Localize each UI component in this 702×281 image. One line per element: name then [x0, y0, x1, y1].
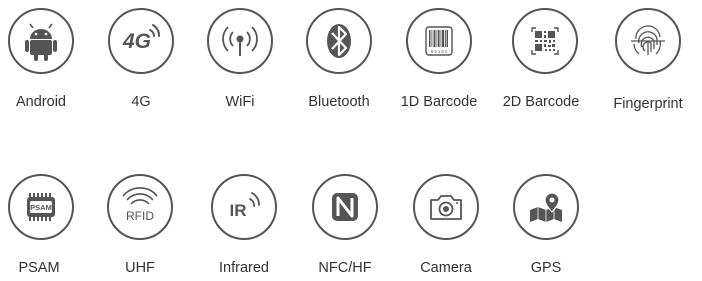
feature-label: PSAM	[18, 260, 60, 276]
feature-label: 1D Barcode	[400, 94, 478, 110]
feature-label: Fingerprint	[613, 96, 683, 112]
ir-icon-text: IR	[230, 201, 247, 220]
rfid-icon: RFID	[107, 174, 173, 240]
bluetooth-icon	[306, 8, 372, 74]
feature-label: Infrared	[219, 260, 269, 276]
android-icon	[8, 8, 74, 74]
feature-label: GPS	[530, 260, 562, 276]
wifi-icon	[207, 8, 273, 74]
barcode-digits: 6 5 1 8 2	[431, 49, 448, 54]
psam-chip-text: PSAM	[30, 203, 52, 212]
4g-icon-text: 4G	[122, 30, 151, 53]
camera-icon	[413, 174, 479, 240]
rfid-icon-text: RFID	[126, 209, 154, 223]
barcode-1d-icon: 6 5 1 8 2	[406, 8, 472, 74]
gps-map-icon	[513, 174, 579, 240]
feature-label: 4G	[131, 94, 151, 110]
feature-label: WiFi	[225, 94, 255, 110]
feature-label: Android	[16, 94, 66, 110]
4g-icon: 4G	[108, 8, 174, 74]
feature-label: NFC/HF	[318, 260, 372, 276]
fingerprint-icon	[615, 8, 681, 74]
feature-label: UHF	[125, 260, 155, 276]
feature-label: Camera	[420, 260, 472, 276]
qr-code-icon	[512, 8, 578, 74]
psam-chip-icon: PSAM	[8, 174, 74, 240]
nfc-icon	[312, 174, 378, 240]
infrared-icon: IR	[211, 174, 277, 240]
feature-label: 2D Barcode	[502, 94, 580, 110]
feature-label: Bluetooth	[308, 94, 370, 110]
